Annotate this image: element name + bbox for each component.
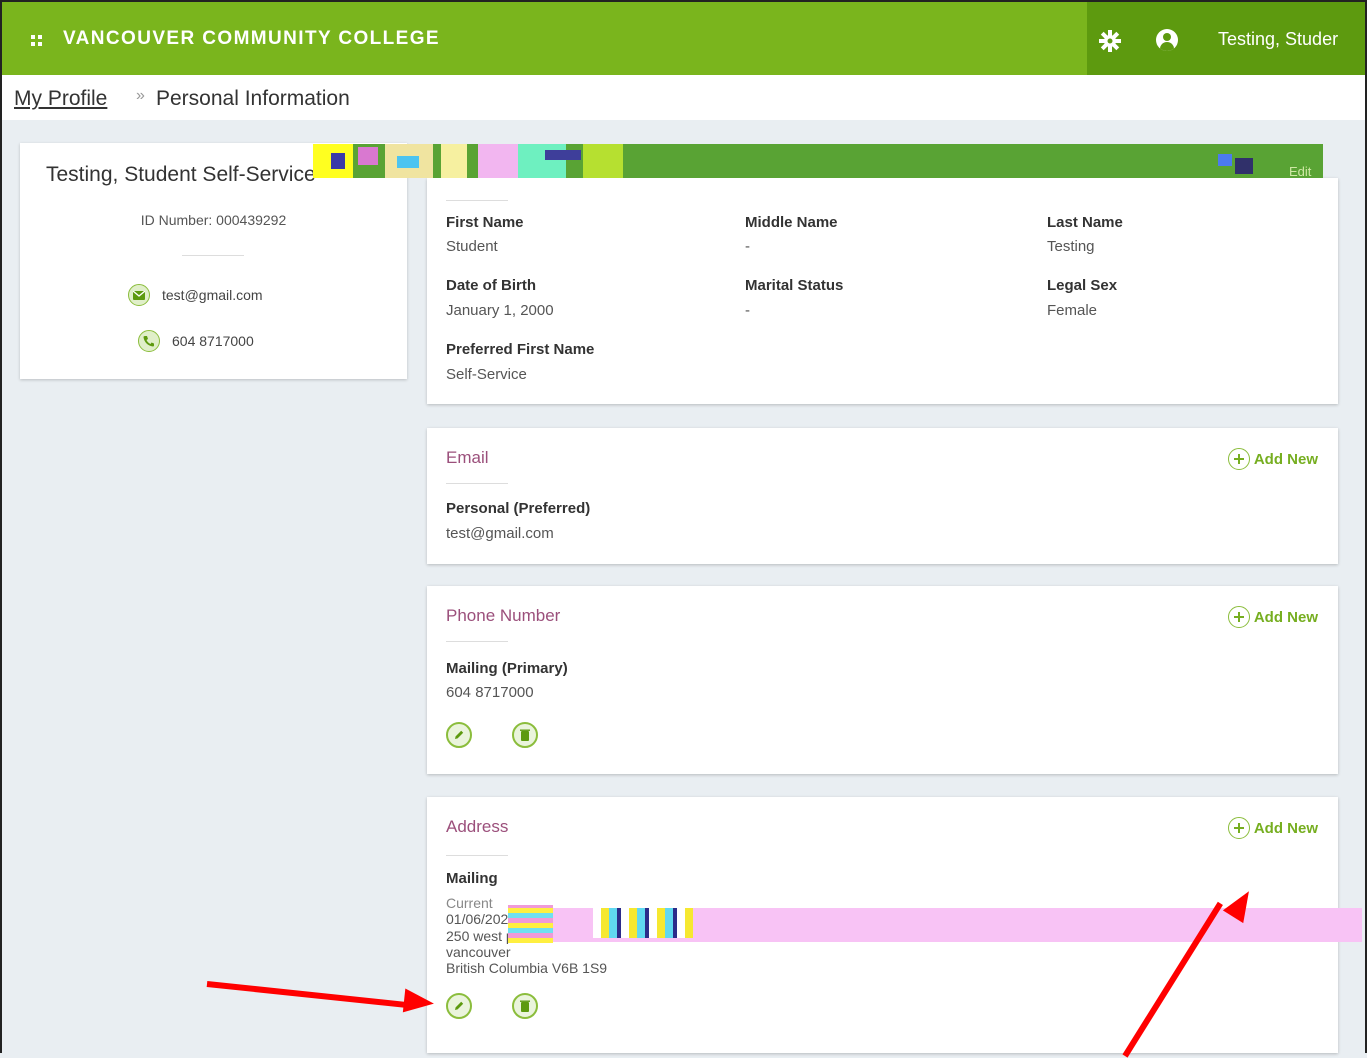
top-bar: VANCOUVER COMMUNITY COLLEGE Testing, Stu… [0,0,1367,75]
delete-address-button[interactable] [512,993,538,1019]
phone-section-title: Phone Number [446,606,561,625]
marital-status-value: - [745,302,750,319]
glitched-header-banner [313,144,1323,178]
add-phone-button[interactable]: Add New [1227,606,1318,628]
page-title: Personal Information [156,87,350,110]
college-brand[interactable]: VANCOUVER COMMUNITY COLLEGE [63,28,440,50]
date-of-birth-label: Date of Birth [446,277,536,294]
pencil-icon [455,730,464,739]
gear-icon[interactable] [1099,30,1121,52]
phone-type-label: Mailing (Primary) [446,660,568,677]
address-section-title: Address [446,817,509,836]
glitch-block [593,908,693,938]
add-phone-label: Add New [1253,608,1318,626]
user-area: Testing, Studer [1087,0,1367,75]
breadcrumb-my-profile-link[interactable]: My Profile [14,87,107,111]
plus-circle-icon [1227,817,1250,839]
profile-id-number: ID Number: 000439292 [140,212,287,228]
middle-name-value: - [745,238,750,255]
email-value: test@gmail.com [446,525,554,542]
legal-sex-value: Female [1047,302,1098,319]
edit-phone-button[interactable] [446,722,472,748]
annotation-arrowhead [402,988,436,1016]
profile-phone-row: 604 8717000 [138,330,254,352]
trash-icon [520,1000,530,1012]
edit-address-button[interactable] [446,993,472,1019]
middle-name-label: Middle Name [745,214,838,231]
plus-circle-icon [1227,606,1250,628]
user-avatar-icon[interactable] [1156,29,1178,51]
email-section-title: Email [446,448,489,467]
address-region: British Columbia V6B 1S9 [446,960,608,976]
address-date: 01/06/202 [446,911,509,927]
first-name-value: Student [446,238,498,255]
first-name-label: First Name [446,214,524,231]
address-status: Current [446,895,493,911]
divider [182,255,244,256]
delete-phone-button[interactable] [512,722,538,748]
date-of-birth-value: January 1, 2000 [446,302,554,319]
add-address-label: Add New [1253,819,1318,837]
profile-email-row: test@gmail.com [128,284,263,306]
phone-icon [138,330,160,352]
marital-status-label: Marital Status [745,277,844,294]
profile-email[interactable]: test@gmail.com [162,287,263,303]
profile-name: Testing, Student Self-Service [46,163,316,186]
email-type-label: Personal (Preferred) [446,500,591,517]
address-city: vancouver [446,944,511,960]
app-grid-icon[interactable] [31,35,43,47]
add-address-button[interactable]: Add New [1227,817,1318,839]
add-email-label: Add New [1253,450,1318,468]
glitch-block [508,905,553,943]
user-name[interactable]: Testing, Studer [1218,29,1338,50]
preferred-first-name-label: Preferred First Name [446,341,595,358]
envelope-icon [128,284,150,306]
email-card: Email Add New Personal (Preferred) test@… [427,428,1338,564]
divider [446,483,508,484]
trash-icon [520,729,530,741]
plus-circle-icon [1227,448,1250,470]
phone-value: 604 8717000 [446,684,534,701]
legal-sex-label: Legal Sex [1047,277,1118,294]
breadcrumb: My Profile » Personal Information [0,75,1367,120]
edit-personal-info-link[interactable]: Edit [1289,164,1311,179]
divider [446,641,508,642]
pencil-icon [455,1001,464,1010]
last-name-value: Testing [1047,238,1095,255]
annotation-arrow-edit [206,981,405,1008]
breadcrumb-separator: » [136,87,145,104]
phone-number-card: Phone Number Add New Mailing (Primary) 6… [427,586,1338,774]
divider [446,855,508,856]
preferred-first-name-value: Self-Service [446,366,527,383]
address-type-label: Mailing [446,870,498,887]
personal-information-card: First Name Student Middle Name - Last Na… [427,178,1338,404]
profile-summary-card: Testing, Student Self-Service ID Number:… [20,143,407,379]
add-email-button[interactable]: Add New [1227,448,1318,470]
profile-phone[interactable]: 604 8717000 [172,333,254,349]
divider [446,200,508,201]
last-name-label: Last Name [1047,214,1123,231]
